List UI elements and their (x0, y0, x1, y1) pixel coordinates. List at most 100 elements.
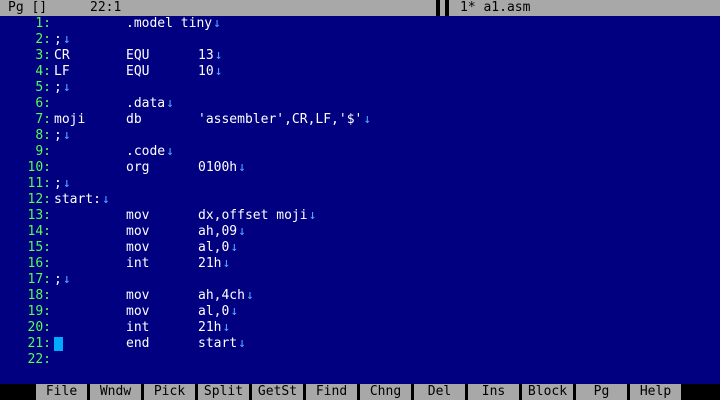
code-mnemonic: org (126, 160, 150, 175)
line-end-marker-icon: ↓ (363, 112, 372, 127)
code-line[interactable]: 20: int 21h↓ (0, 320, 720, 336)
code-mnemonic: mov (126, 208, 150, 223)
line-number: 16: (27, 256, 51, 271)
code-mnemonic: EQU (126, 48, 150, 63)
code-line[interactable]: 7: moji db 'assembler',CR,LF,'$'↓ (0, 112, 720, 128)
code-line[interactable]: 9: .code↓ (0, 144, 720, 160)
code-line[interactable]: 13: mov dx,offset moji↓ (0, 208, 720, 224)
text-cursor (54, 337, 63, 351)
code-label: ;↓ (54, 32, 71, 47)
line-end-marker-icon: ↓ (230, 240, 239, 255)
code-label: ;↓ (54, 80, 71, 95)
code-line[interactable]: 1: .model tiny↓ (0, 16, 720, 32)
editor-area[interactable]: 1: .model tiny↓ 2: ;↓ 3: CR EQU 13↓ 4: LF EQU 10↓ 5:… (0, 16, 720, 384)
fkey-pg-button[interactable]: Pg (576, 384, 627, 400)
code-label: start:↓ (54, 192, 110, 207)
code-mnemonic: mov (126, 304, 150, 319)
code-operand: start↓ (198, 336, 246, 351)
code-mnemonic: int (126, 256, 150, 271)
code-label: ;↓ (54, 176, 71, 191)
fkey-block-button[interactable]: Block (522, 384, 573, 400)
code-mnemonic: mov (126, 240, 150, 255)
fkey-pick-button[interactable]: Pick (144, 384, 195, 400)
line-end-marker-icon: ↓ (230, 304, 239, 319)
code-line[interactable]: 14: mov ah,09↓ (0, 224, 720, 240)
line-end-marker-icon: ↓ (101, 192, 110, 207)
line-number: 7: (35, 112, 51, 127)
code-operand: al,0↓ (198, 304, 239, 319)
code-operand: al,0↓ (198, 240, 239, 255)
fkey-find-button[interactable]: Find (306, 384, 357, 400)
line-end-marker-icon: ↓ (222, 320, 231, 335)
line-number: 19: (27, 304, 51, 319)
code-line[interactable]: 12: start:↓ (0, 192, 720, 208)
line-number: 14: (27, 224, 51, 239)
fkey-del-button[interactable]: Del (414, 384, 465, 400)
code-label: LF (54, 64, 70, 79)
code-line[interactable]: 15: mov al,0↓ (0, 240, 720, 256)
fkey-wndw-button[interactable]: Wndw (90, 384, 141, 400)
line-number: 13: (27, 208, 51, 223)
code-mnemonic: int (126, 320, 150, 335)
cursor-position: 22:1 (90, 0, 122, 15)
line-number: 2: (35, 32, 51, 47)
file-name: 1* a1.asm (460, 0, 531, 15)
line-number: 5: (35, 80, 51, 95)
status-bar: Pg [] 22:1 1* a1.asm (0, 0, 720, 16)
line-number: 1: (35, 16, 51, 31)
code-mnemonic: .model tiny↓ (126, 16, 221, 31)
code-line[interactable]: 11: ;↓ (0, 176, 720, 192)
code-line[interactable]: 16: int 21h↓ (0, 256, 720, 272)
code-line[interactable]: 19: mov al,0↓ (0, 304, 720, 320)
code-line[interactable]: 17: ;↓ (0, 272, 720, 288)
code-line[interactable]: 18: mov ah,4ch↓ (0, 288, 720, 304)
fkey-split-button[interactable]: Split (198, 384, 249, 400)
code-line[interactable]: 2: ;↓ (0, 32, 720, 48)
line-end-marker-icon: ↓ (214, 64, 223, 79)
code-label: CR (54, 48, 70, 63)
fkey-help-button[interactable]: Help (630, 384, 681, 400)
code-line[interactable]: 21: end start↓ (0, 336, 720, 352)
code-operand: 'assembler',CR,LF,'$'↓ (198, 112, 372, 127)
function-key-bar: File Wndw Pick Split GetSt Find Chng Del Ins Bloc… (0, 384, 720, 400)
fkey-getst-button[interactable]: GetSt (252, 384, 303, 400)
line-end-marker-icon: ↓ (308, 208, 317, 223)
line-number: 15: (27, 240, 51, 255)
status-separator (445, 0, 449, 16)
code-line[interactable]: 4: LF EQU 10↓ (0, 64, 720, 80)
code-line[interactable]: 5: ;↓ (0, 80, 720, 96)
fkey-chng-button[interactable]: Chng (360, 384, 411, 400)
line-number: 21: (27, 336, 51, 351)
line-number: 9: (35, 144, 51, 159)
line-number: 12: (27, 192, 51, 207)
line-end-marker-icon: ↓ (213, 16, 221, 31)
line-end-marker-icon: ↓ (214, 48, 223, 63)
code-operand: 13↓ (198, 48, 223, 63)
line-end-marker-icon: ↓ (62, 32, 71, 47)
line-number: 20: (27, 320, 51, 335)
line-end-marker-icon: ↓ (238, 224, 246, 239)
code-mnemonic: .data↓ (126, 96, 174, 111)
line-end-marker-icon: ↓ (166, 144, 174, 159)
line-end-marker-icon: ↓ (62, 128, 71, 143)
line-end-marker-icon: ↓ (238, 336, 246, 351)
code-operand: ah,4ch↓ (198, 288, 254, 303)
code-mnemonic: end (126, 336, 150, 351)
code-line[interactable]: 8: ;↓ (0, 128, 720, 144)
fkey-file-button[interactable]: File (36, 384, 87, 400)
line-number: 4: (35, 64, 51, 79)
line-end-marker-icon: ↓ (62, 80, 71, 95)
line-end-marker-icon: ↓ (62, 272, 71, 287)
code-operand: 21h↓ (198, 256, 231, 271)
code-line[interactable]: 22: (0, 352, 720, 368)
fkey-ins-button[interactable]: Ins (468, 384, 519, 400)
line-number: 6: (35, 96, 51, 111)
code-label: ;↓ (54, 128, 71, 143)
code-line[interactable]: 10: org 0100h↓ (0, 160, 720, 176)
code-line[interactable]: 6: .data↓ (0, 96, 720, 112)
line-end-marker-icon: ↓ (238, 160, 246, 175)
line-number: 22: (27, 352, 51, 367)
code-mnemonic: db (126, 112, 142, 127)
code-operand: ah,09↓ (198, 224, 246, 239)
code-line[interactable]: 3: CR EQU 13↓ (0, 48, 720, 64)
